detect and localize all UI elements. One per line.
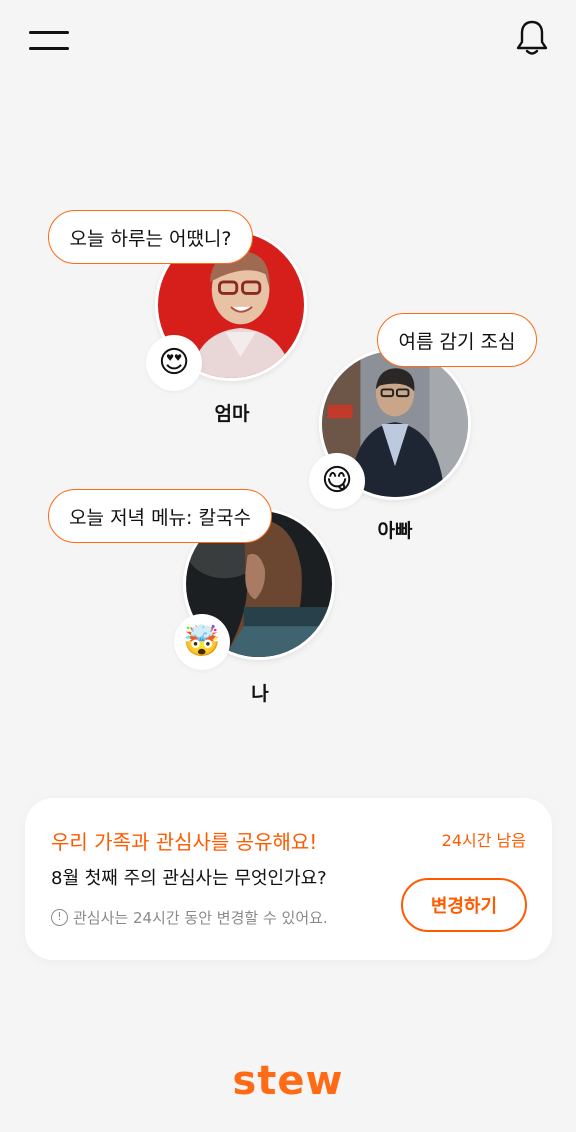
card-note: ! 관심사는 24시간 동안 변경할 수 있어요. [51, 907, 328, 928]
change-button[interactable]: 변경하기 [401, 878, 527, 932]
emoji-badge-dad: 😋 [309, 453, 365, 509]
info-icon: ! [51, 909, 68, 926]
member-name-dad: 아빠 [377, 520, 413, 542]
member-name-me: 나 [251, 683, 269, 705]
status-message-dad: 여름 감기 조심 [398, 330, 516, 353]
bell-icon[interactable] [514, 18, 550, 56]
interest-question: 8월 첫째 주의 관심사는 무엇인가요? [51, 868, 327, 889]
status-message-mom: 오늘 하루는 어땠니? [69, 227, 232, 250]
member-name-mom: 엄마 [214, 403, 250, 425]
heart-eyes-emoji: 😍 [158, 345, 190, 380]
stew-logo: stew [232, 1058, 344, 1104]
exploding-head-emoji: 🤯 [183, 624, 221, 659]
status-bubble-mom: 오늘 하루는 어땠니? [48, 210, 253, 264]
emoji-badge-me: 🤯 [174, 614, 230, 670]
hamburger-menu-icon[interactable] [29, 29, 69, 51]
status-bubble-me: 오늘 저녁 메뉴: 칼국수 [48, 489, 272, 543]
card-title: 우리 가족과 관심사를 공유해요! [51, 830, 318, 854]
status-bubble-dad: 여름 감기 조심 [377, 313, 537, 367]
time-remaining: 24시간 남음 [441, 831, 526, 850]
card-note-text: 관심사는 24시간 동안 변경할 수 있어요. [73, 909, 328, 927]
interest-card: 우리 가족과 관심사를 공유해요! 24시간 남음 8월 첫째 주의 관심사는 … [25, 798, 552, 960]
emoji-badge-mom: 😍 [146, 335, 202, 391]
savoring-food-emoji: 😋 [321, 463, 353, 498]
status-message-me: 오늘 저녁 메뉴: 칼국수 [69, 506, 251, 529]
